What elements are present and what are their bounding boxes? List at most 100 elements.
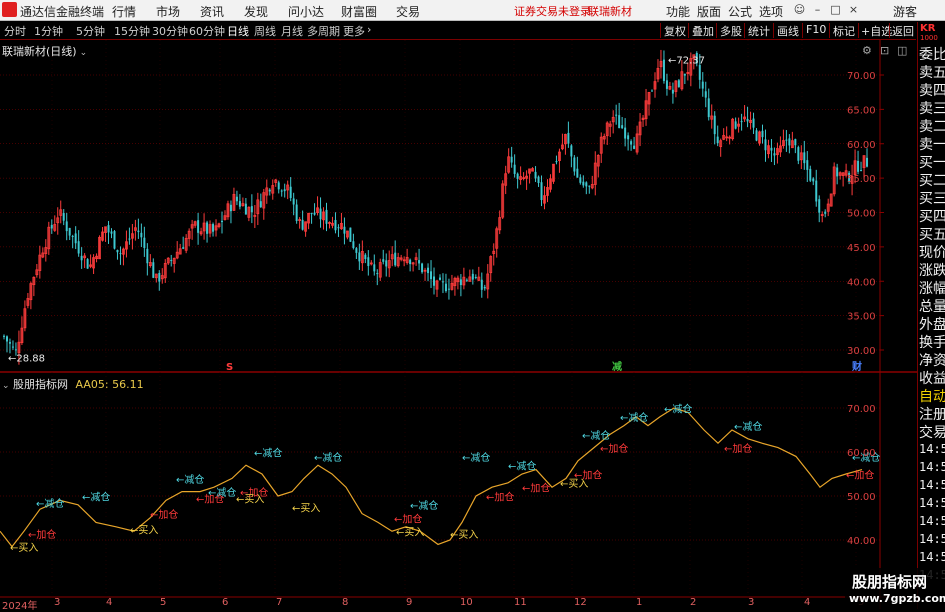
period-weekly[interactable]: 周线: [254, 23, 276, 39]
tool-overlay[interactable]: 叠加: [692, 23, 714, 39]
menu-function[interactable]: 功能: [666, 3, 690, 20]
login-notice[interactable]: 证券交易未登录: [514, 3, 591, 19]
tool-add-watchlist[interactable]: +自选: [861, 23, 892, 39]
candle-body: [621, 125, 624, 129]
period-60min[interactable]: 60分钟: [189, 23, 225, 39]
period-monthly[interactable]: 月线: [281, 23, 303, 39]
sidebar-tab[interactable]: 交易: [919, 422, 945, 442]
candle-body: [624, 127, 627, 139]
candle-body: [618, 115, 621, 129]
candle-body: [746, 118, 749, 122]
candle-body: [427, 267, 430, 274]
candle-body: [197, 220, 200, 233]
period-daily[interactable]: 日线: [227, 23, 249, 39]
signal-buy: ←买入: [130, 524, 158, 536]
menu-item-ask[interactable]: 问小达: [288, 3, 324, 20]
main-chart-title[interactable]: 联瑞新材(日线) ⌄: [2, 43, 87, 59]
sidebar-tab[interactable]: 自动: [919, 386, 945, 406]
signal-reduce: ←减仓: [82, 490, 110, 503]
toolbar-divider: [716, 23, 717, 38]
candle-body: [301, 219, 304, 230]
tool-mark[interactable]: 标记: [833, 23, 855, 39]
menu-bar: 通达信金融终端 行情 市场 资讯 发现 问小达 财富圈 交易 证券交易未登录 联…: [0, 0, 945, 21]
menu-options[interactable]: 选项: [759, 3, 783, 20]
date-tick-label: 1: [636, 597, 643, 608]
date-tick-label: 6: [222, 597, 229, 608]
toolbar-divider: [660, 23, 661, 38]
menu-formula[interactable]: 公式: [728, 3, 752, 20]
menu-layout[interactable]: 版面: [697, 3, 721, 20]
period-multi[interactable]: 多周期: [307, 23, 340, 39]
menu-item-trade[interactable]: 交易: [396, 3, 420, 20]
maximize-icon[interactable]: □: [828, 2, 843, 17]
price-tick-label: 55.00: [847, 174, 876, 185]
menu-item-discover[interactable]: 发现: [244, 3, 268, 20]
tool-f10[interactable]: F10: [806, 23, 826, 36]
candlestick-series: [3, 49, 869, 365]
menu-item-wealth[interactable]: 财富圈: [341, 3, 377, 20]
guest-user[interactable]: 游客: [893, 3, 917, 20]
period-more-caret-icon[interactable]: ›: [367, 23, 371, 36]
menu-item-market[interactable]: 市场: [156, 3, 180, 20]
candle-body: [220, 220, 223, 223]
tool-adjust[interactable]: 复权: [664, 23, 686, 39]
signal-add: ←加仓: [150, 508, 178, 521]
candle-body: [430, 271, 433, 280]
period-more[interactable]: 更多: [343, 23, 365, 39]
candle-body: [158, 272, 161, 282]
close-icon[interactable]: ×: [846, 2, 861, 17]
signal-add: ←加仓: [394, 512, 422, 525]
user-icon[interactable]: ☺: [792, 2, 807, 17]
candle-body: [146, 248, 149, 264]
expand-icon[interactable]: ◫: [897, 44, 907, 57]
tool-stats[interactable]: 统计: [748, 23, 770, 39]
candle-body: [11, 346, 14, 348]
candle-body: [277, 182, 280, 190]
tool-draw[interactable]: 画线: [777, 23, 799, 39]
price-axis: 70.00 65.00 60.00 55.00 50.00 45.00 40.00 35.00…: [8, 56, 884, 547]
candle-body: [752, 118, 755, 128]
quote-field-label: 卖一: [919, 137, 945, 153]
chevron-down-icon[interactable]: ⌄: [2, 381, 10, 391]
minimize-icon[interactable]: –: [810, 2, 825, 17]
settings-icon[interactable]: ⚙: [862, 44, 872, 57]
trade-time: 14:56: [919, 496, 945, 510]
candle-body: [343, 226, 346, 234]
popout-icon[interactable]: ⊡: [880, 44, 889, 57]
candle-body: [761, 130, 764, 138]
tool-multi-stock[interactable]: 多股: [720, 23, 742, 39]
menu-item-news[interactable]: 资讯: [200, 3, 224, 20]
candle-body: [773, 153, 776, 156]
indicator-tick-label: 70.00: [847, 404, 876, 415]
menu-item-quotes[interactable]: 行情: [112, 3, 136, 20]
candle-body: [352, 241, 355, 249]
candle-body: [588, 185, 591, 187]
candle-body: [701, 81, 704, 89]
candle-body: [573, 157, 576, 172]
signal-reduce: ←减仓: [314, 451, 342, 464]
sidebar-tab[interactable]: 注册: [919, 404, 945, 424]
period-5min[interactable]: 5分钟: [76, 23, 105, 39]
price-tick-label: 50.00: [847, 209, 876, 220]
quote-field-label: 换手: [919, 335, 945, 351]
quote-field-label: 买四: [919, 209, 945, 225]
trade-time: 14:56: [919, 478, 945, 492]
price-tick-label: 35.00: [847, 312, 876, 323]
tool-back[interactable]: 返回: [892, 23, 914, 39]
price-tick-label: 60.00: [847, 140, 876, 151]
indicator-title[interactable]: ⌄ 股朋指标网 AA05: 56.11: [2, 376, 144, 392]
period-timeshare[interactable]: 分时: [4, 23, 26, 39]
chevron-down-icon[interactable]: ⌄: [80, 48, 88, 58]
candle-body: [471, 273, 474, 280]
candle-body: [716, 136, 719, 144]
date-tick-label: 7: [276, 597, 283, 608]
kline-chart[interactable]: S减财 ←买入←加仓←减仓←减仓←买入←加仓←减仓←加仓←减仓 ←加仓←买入←减仓…: [0, 40, 917, 609]
candle-body: [537, 176, 540, 184]
candle-body: [803, 152, 806, 164]
candle-body: [713, 115, 716, 135]
period-30min[interactable]: 30分钟: [152, 23, 188, 39]
trade-time: 14:56: [919, 514, 945, 528]
candle-body: [441, 281, 444, 283]
period-15min[interactable]: 15分钟: [114, 23, 150, 39]
period-1min[interactable]: 1分钟: [34, 23, 63, 39]
